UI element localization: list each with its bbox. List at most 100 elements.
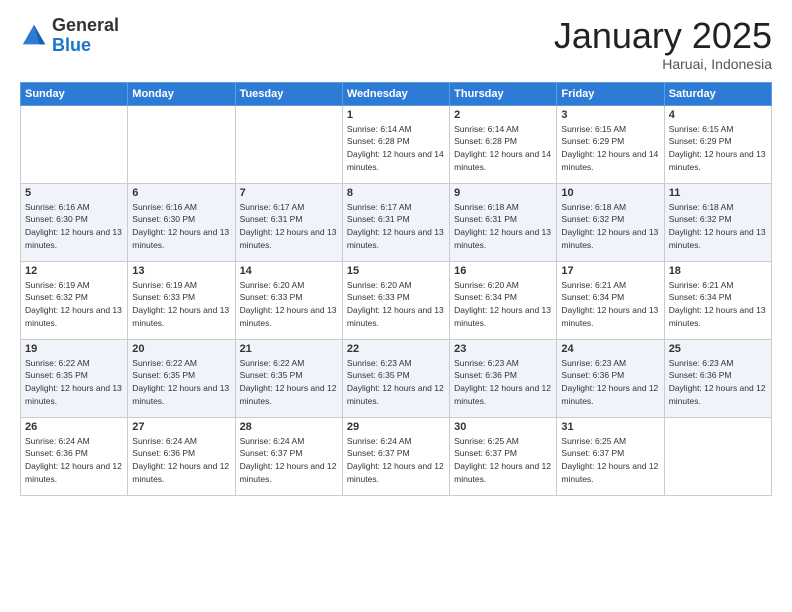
weekday-header: Tuesday	[235, 82, 342, 105]
calendar-cell: 12 Sunrise: 6:19 AMSunset: 6:32 PMDayligh…	[21, 261, 128, 339]
day-info: Sunrise: 6:19 AMSunset: 6:33 PMDaylight:…	[132, 279, 230, 330]
calendar-cell: 7Sunrise: 6:17 AMSunset: 6:31 PMDaylight…	[235, 183, 342, 261]
day-number: 1	[347, 109, 445, 121]
logo-blue: Blue	[52, 36, 119, 56]
weekday-header: Saturday	[664, 82, 771, 105]
day-info: Sunrise: 6:24 AMSunset: 6:37 PMDaylight:…	[240, 435, 338, 486]
calendar-week-row: 26 Sunrise: 6:24 AMSunset: 6:36 PMDayligh…	[21, 417, 772, 495]
day-number: 23	[454, 343, 552, 355]
day-info: Sunrise: 6:24 AMSunset: 6:36 PMDaylight:…	[132, 435, 230, 486]
calendar-cell: 2Sunrise: 6:14 AMSunset: 6:28 PMDaylight…	[450, 105, 557, 183]
calendar-cell: 20 Sunrise: 6:22 AMSunset: 6:35 PMDayligh…	[128, 339, 235, 417]
day-number: 24	[561, 343, 659, 355]
calendar-cell: 15Sunrise: 6:20 AMSunset: 6:33 PMDayligh…	[342, 261, 449, 339]
calendar-cell: 18 Sunrise: 6:21 AMSunset: 6:34 PMDayligh…	[664, 261, 771, 339]
day-number: 16	[454, 265, 552, 277]
calendar-week-row: 1 Sunrise: 6:14 AMSunset: 6:28 PMDaylight…	[21, 105, 772, 183]
day-info: Sunrise: 6:18 AMSunset: 6:32 PMDaylight:…	[561, 201, 659, 252]
day-info: Sunrise: 6:22 AMSunset: 6:35 PMDaylight:…	[25, 357, 123, 408]
calendar-cell: 21 Sunrise: 6:22 AMSunset: 6:35 PMDayligh…	[235, 339, 342, 417]
day-number: 29	[347, 421, 445, 433]
day-info: Sunrise: 6:22 AMSunset: 6:35 PMDaylight:…	[132, 357, 230, 408]
title-block: January 2025 Haruai, Indonesia	[554, 16, 772, 72]
day-info: Sunrise: 6:18 AMSunset: 6:32 PMDaylight:…	[669, 201, 767, 252]
logo-text: General Blue	[52, 16, 119, 56]
calendar-week-row: 5Sunrise: 6:16 AMSunset: 6:30 PMDaylight…	[21, 183, 772, 261]
calendar-cell: 22Sunrise: 6:23 AMSunset: 6:35 PMDayligh…	[342, 339, 449, 417]
day-number: 18	[669, 265, 767, 277]
day-number: 27	[132, 421, 230, 433]
day-info: Sunrise: 6:23 AMSunset: 6:35 PMDaylight:…	[347, 357, 445, 408]
calendar-cell: 16 Sunrise: 6:20 AMSunset: 6:34 PMDayligh…	[450, 261, 557, 339]
day-number: 26	[25, 421, 123, 433]
calendar-cell: 28Sunrise: 6:24 AMSunset: 6:37 PMDayligh…	[235, 417, 342, 495]
day-number: 15	[347, 265, 445, 277]
header: General Blue January 2025 Haruai, Indone…	[20, 16, 772, 72]
day-info: Sunrise: 6:18 AMSunset: 6:31 PMDaylight:…	[454, 201, 552, 252]
day-number: 31	[561, 421, 659, 433]
day-info: Sunrise: 6:25 AMSunset: 6:37 PMDaylight:…	[454, 435, 552, 486]
day-number: 25	[669, 343, 767, 355]
day-number: 10	[561, 187, 659, 199]
day-info: Sunrise: 6:23 AMSunset: 6:36 PMDaylight:…	[669, 357, 767, 408]
calendar-cell: 8 Sunrise: 6:17 AMSunset: 6:31 PMDaylight…	[342, 183, 449, 261]
calendar-cell: 27 Sunrise: 6:24 AMSunset: 6:36 PMDayligh…	[128, 417, 235, 495]
day-number: 30	[454, 421, 552, 433]
day-info: Sunrise: 6:16 AMSunset: 6:30 PMDaylight:…	[25, 201, 123, 252]
day-info: Sunrise: 6:23 AMSunset: 6:36 PMDaylight:…	[454, 357, 552, 408]
day-number: 21	[240, 343, 338, 355]
calendar-header: SundayMondayTuesdayWednesdayThursdayFrid…	[21, 82, 772, 105]
location-subtitle: Haruai, Indonesia	[554, 56, 772, 72]
day-info: Sunrise: 6:16 AMSunset: 6:30 PMDaylight:…	[132, 201, 230, 252]
calendar-cell: 14Sunrise: 6:20 AMSunset: 6:33 PMDayligh…	[235, 261, 342, 339]
day-number: 9	[454, 187, 552, 199]
calendar-cell: 26Sunrise: 6:24 AMSunset: 6:36 PMDayligh…	[21, 417, 128, 495]
day-info: Sunrise: 6:15 AMSunset: 6:29 PMDaylight:…	[561, 123, 659, 174]
logo-icon	[20, 22, 48, 50]
calendar-cell: 13 Sunrise: 6:19 AMSunset: 6:33 PMDayligh…	[128, 261, 235, 339]
weekday-header: Monday	[128, 82, 235, 105]
weekday-header: Sunday	[21, 82, 128, 105]
day-number: 20	[132, 343, 230, 355]
day-info: Sunrise: 6:17 AMSunset: 6:31 PMDaylight:…	[347, 201, 445, 252]
day-number: 11	[669, 187, 767, 199]
calendar-cell: 30 Sunrise: 6:25 AMSunset: 6:37 PMDayligh…	[450, 417, 557, 495]
day-info: Sunrise: 6:19 AMSunset: 6:32 PMDaylight:…	[25, 279, 123, 330]
calendar-cell	[664, 417, 771, 495]
calendar-body: 1 Sunrise: 6:14 AMSunset: 6:28 PMDaylight…	[21, 105, 772, 495]
day-info: Sunrise: 6:14 AMSunset: 6:28 PMDaylight:…	[347, 123, 445, 174]
day-number: 8	[347, 187, 445, 199]
weekday-header: Wednesday	[342, 82, 449, 105]
day-info: Sunrise: 6:20 AMSunset: 6:34 PMDaylight:…	[454, 279, 552, 330]
weekday-row: SundayMondayTuesdayWednesdayThursdayFrid…	[21, 82, 772, 105]
calendar-cell: 5Sunrise: 6:16 AMSunset: 6:30 PMDaylight…	[21, 183, 128, 261]
day-number: 12	[25, 265, 123, 277]
day-number: 2	[454, 109, 552, 121]
day-info: Sunrise: 6:21 AMSunset: 6:34 PMDaylight:…	[561, 279, 659, 330]
calendar-cell: 24 Sunrise: 6:23 AMSunset: 6:36 PMDayligh…	[557, 339, 664, 417]
day-number: 14	[240, 265, 338, 277]
day-number: 13	[132, 265, 230, 277]
calendar-cell: 4Sunrise: 6:15 AMSunset: 6:29 PMDaylight…	[664, 105, 771, 183]
day-number: 4	[669, 109, 767, 121]
day-info: Sunrise: 6:22 AMSunset: 6:35 PMDaylight:…	[240, 357, 338, 408]
calendar-week-row: 12 Sunrise: 6:19 AMSunset: 6:32 PMDayligh…	[21, 261, 772, 339]
calendar-cell: 9 Sunrise: 6:18 AMSunset: 6:31 PMDaylight…	[450, 183, 557, 261]
calendar-cell: 25 Sunrise: 6:23 AMSunset: 6:36 PMDayligh…	[664, 339, 771, 417]
calendar-cell: 31Sunrise: 6:25 AMSunset: 6:37 PMDayligh…	[557, 417, 664, 495]
day-info: Sunrise: 6:24 AMSunset: 6:37 PMDaylight:…	[347, 435, 445, 486]
calendar-cell	[235, 105, 342, 183]
calendar-cell: 29 Sunrise: 6:24 AMSunset: 6:37 PMDayligh…	[342, 417, 449, 495]
weekday-header: Friday	[557, 82, 664, 105]
page: General Blue January 2025 Haruai, Indone…	[0, 0, 792, 612]
calendar-cell: 6Sunrise: 6:16 AMSunset: 6:30 PMDaylight…	[128, 183, 235, 261]
calendar-cell: 17 Sunrise: 6:21 AMSunset: 6:34 PMDayligh…	[557, 261, 664, 339]
calendar-cell	[21, 105, 128, 183]
calendar-cell: 10 Sunrise: 6:18 AMSunset: 6:32 PMDayligh…	[557, 183, 664, 261]
day-number: 17	[561, 265, 659, 277]
calendar-cell: 23 Sunrise: 6:23 AMSunset: 6:36 PMDayligh…	[450, 339, 557, 417]
day-info: Sunrise: 6:21 AMSunset: 6:34 PMDaylight:…	[669, 279, 767, 330]
day-info: Sunrise: 6:23 AMSunset: 6:36 PMDaylight:…	[561, 357, 659, 408]
day-number: 3	[561, 109, 659, 121]
day-number: 19	[25, 343, 123, 355]
